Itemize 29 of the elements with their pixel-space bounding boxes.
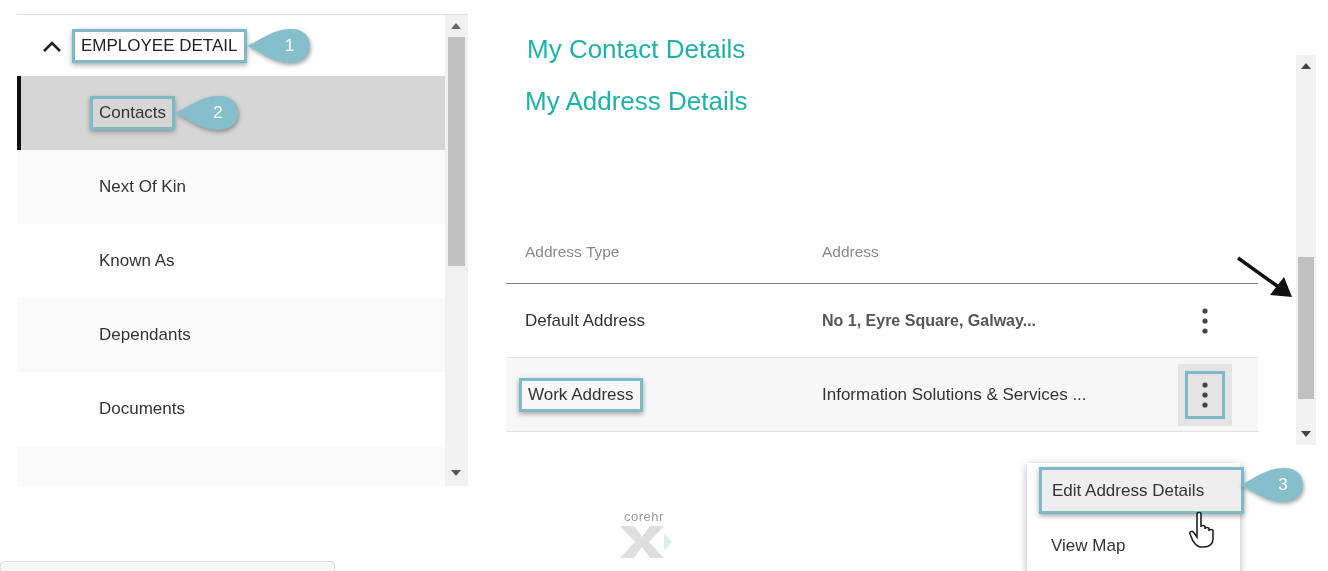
logo: corehr: [612, 510, 676, 568]
section-title: My Address Details: [525, 85, 748, 117]
item-label: Next Of Kin: [98, 176, 187, 198]
callout-badge: 2: [175, 95, 240, 131]
callout-badge: 1: [246, 27, 311, 64]
table-cell: Work Address: [519, 377, 643, 412]
kebab-icon: [1202, 307, 1208, 334]
sidebar-item[interactable]: Next Of Kin: [17, 150, 445, 224]
item-label: Dependants: [98, 324, 192, 346]
sidebar-item[interactable]: Known As: [17, 224, 445, 298]
scrollbar[interactable]: [445, 15, 468, 486]
sidebar-item[interactable]: Contacts 2: [17, 76, 445, 150]
item-label: Known As: [98, 250, 176, 272]
sidebar-item[interactable]: Dependants: [17, 298, 445, 372]
column-header: Address Type: [525, 242, 620, 260]
item-label: Contacts: [90, 96, 176, 130]
sidebar-item[interactable]: Documents: [17, 372, 445, 446]
menu-item[interactable]: Edit Address Details: [1039, 467, 1244, 514]
section-header[interactable]: EMPLOYEE DETAIL: [72, 28, 247, 63]
table-cell: No 1, Eyre Square, Galway...: [822, 311, 1036, 329]
menu-item[interactable]: View Map: [1027, 518, 1240, 571]
callout-badge: 3: [1240, 467, 1304, 503]
column-header: Address: [822, 242, 879, 260]
table-cell: Information Solutions & Services ...: [822, 384, 1087, 404]
table-cell-text: Default Address: [524, 309, 645, 332]
section-title: My Contact Details: [527, 33, 746, 65]
kebab-icon: [1202, 381, 1208, 408]
item-label: Documents: [98, 398, 186, 420]
scrollbar[interactable]: [1296, 55, 1316, 445]
